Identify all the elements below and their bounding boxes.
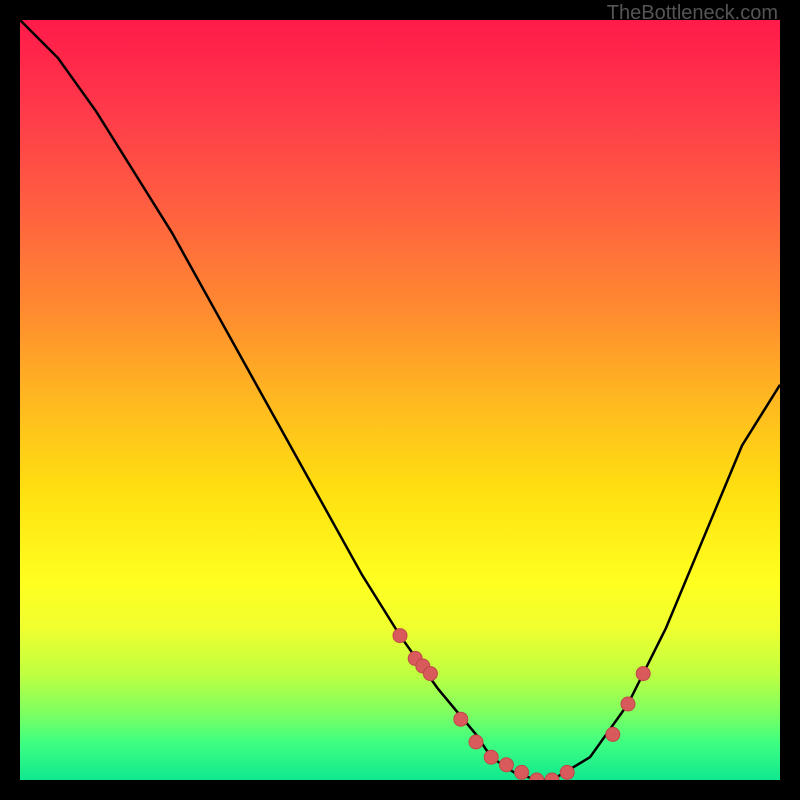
bottleneck-curve-svg	[20, 20, 780, 780]
data-point	[469, 735, 483, 749]
data-point	[636, 667, 650, 681]
chart-plot-area	[20, 20, 780, 780]
watermark-text: TheBottleneck.com	[607, 2, 778, 25]
data-point	[606, 727, 620, 741]
bottleneck-curve-line	[20, 20, 780, 780]
data-point	[560, 765, 574, 779]
data-point	[545, 773, 559, 780]
data-point	[423, 667, 437, 681]
data-point	[484, 750, 498, 764]
data-point	[515, 765, 529, 779]
data-point	[454, 712, 468, 726]
data-point	[393, 629, 407, 643]
data-point	[530, 773, 544, 780]
data-point	[499, 758, 513, 772]
data-points-group	[393, 629, 650, 780]
data-point	[621, 697, 635, 711]
